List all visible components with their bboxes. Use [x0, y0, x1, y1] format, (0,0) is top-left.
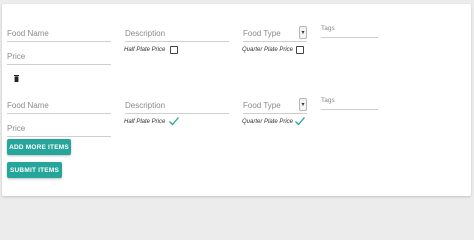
quarter-plate-check-icon[interactable]: [294, 116, 306, 126]
food-type-select[interactable]: Food Type ▾: [243, 22, 307, 42]
food-type-select[interactable]: Food Type ▾: [243, 94, 307, 114]
price-placeholder: Price: [7, 52, 26, 61]
food-type-placeholder: Food Type: [243, 101, 281, 110]
chevron-down-icon[interactable]: ▾: [299, 26, 307, 39]
description-input[interactable]: Description: [125, 22, 229, 42]
trash-icon[interactable]: [14, 75, 19, 82]
tags-input[interactable]: Tags: [321, 91, 378, 110]
quarter-plate-checkbox[interactable]: [296, 46, 304, 54]
description-placeholder: Description: [125, 29, 166, 38]
price-input[interactable]: Price: [7, 46, 111, 65]
description-input[interactable]: Description: [125, 94, 229, 114]
food-type-placeholder: Food Type: [243, 29, 281, 38]
food-name-input[interactable]: Food Name: [7, 22, 111, 42]
half-plate-checkbox[interactable]: [170, 46, 178, 54]
price-input[interactable]: Price: [7, 118, 111, 137]
quarter-plate-label: Quarter Plate Price: [242, 47, 294, 53]
submit-items-button[interactable]: SUBMIT ITEMS: [7, 162, 62, 178]
food-name-placeholder: Food Name: [7, 29, 49, 38]
half-plate-label: Half Plate Price: [124, 119, 166, 125]
price-placeholder: Price: [7, 124, 26, 133]
chevron-down-icon[interactable]: ▾: [299, 98, 307, 111]
tags-placeholder: Tags: [321, 97, 335, 104]
food-name-placeholder: Food Name: [7, 101, 49, 110]
half-plate-label: Half Plate Price: [124, 47, 166, 53]
tags-placeholder: Tags: [321, 25, 335, 32]
quarter-plate-label: Quarter Plate Price: [242, 119, 294, 125]
description-placeholder: Description: [125, 101, 166, 110]
add-more-items-button[interactable]: ADD MORE ITEMS: [7, 139, 71, 155]
food-name-input[interactable]: Food Name: [7, 94, 111, 114]
food-items-form: Food Name Description Food Type ▾ Tags P…: [2, 4, 471, 196]
tags-input[interactable]: Tags: [321, 18, 378, 38]
half-plate-check-icon[interactable]: [168, 116, 180, 126]
